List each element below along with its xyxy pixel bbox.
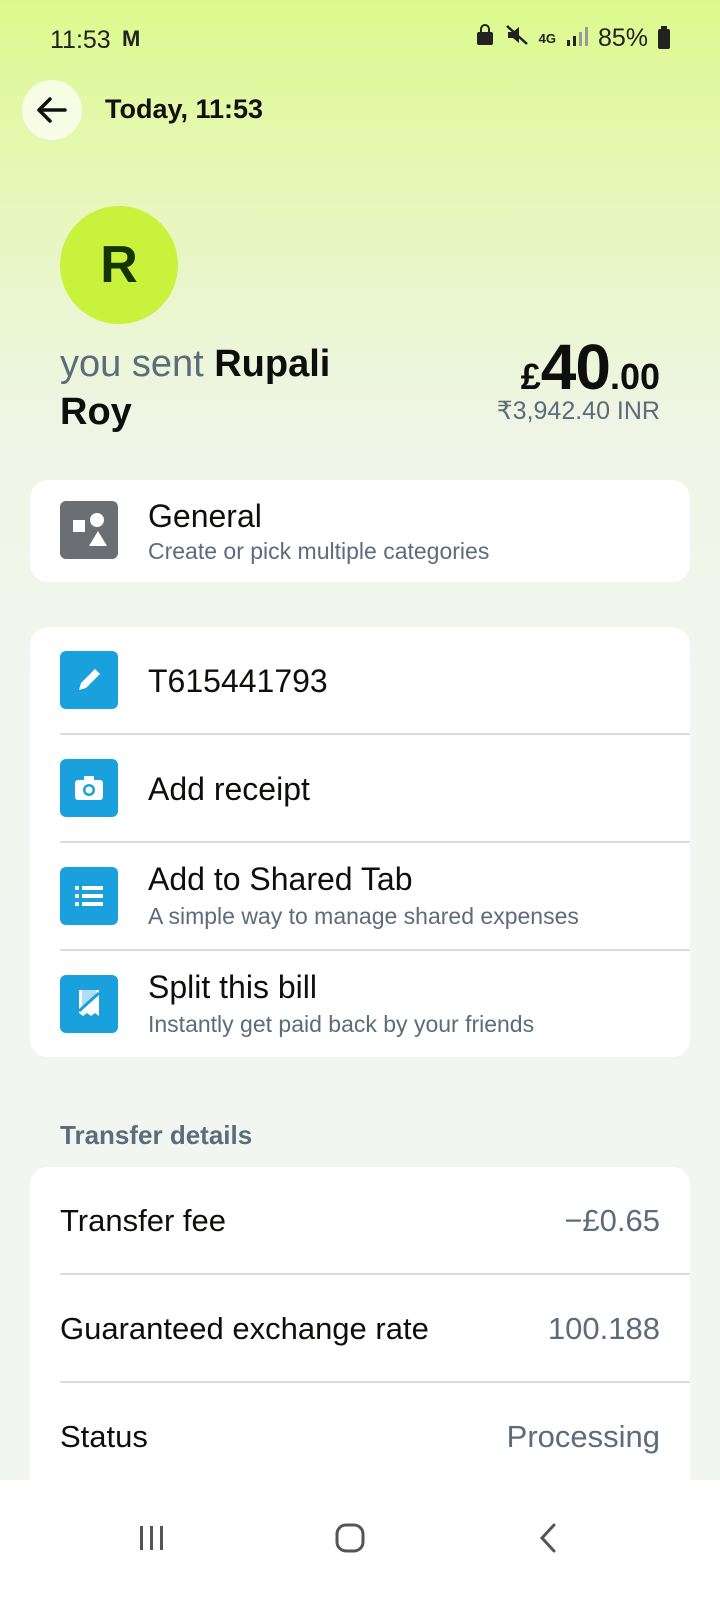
home-icon bbox=[335, 1523, 365, 1553]
system-navigation-bar bbox=[0, 1480, 720, 1600]
status-icons: 4G 85% bbox=[475, 24, 670, 53]
category-title: General bbox=[148, 498, 262, 534]
camera-icon bbox=[60, 759, 118, 817]
category-card[interactable]: General Create or pick multiple categori… bbox=[30, 480, 690, 582]
home-button[interactable] bbox=[310, 1508, 390, 1568]
list-icon bbox=[60, 867, 118, 925]
category-row[interactable]: General Create or pick multiple categori… bbox=[30, 480, 690, 582]
page-title: Today, 11:53 bbox=[105, 94, 264, 124]
mute-icon bbox=[505, 24, 529, 53]
status-value: Processing bbox=[506, 1419, 660, 1454]
gmail-notification-icon: M bbox=[122, 26, 141, 51]
actions-card: T615441793 Add receipt Add to Shared Tab… bbox=[30, 627, 690, 1057]
system-back-button[interactable] bbox=[508, 1508, 588, 1568]
status-time: 11:53 bbox=[50, 26, 111, 54]
reference-row[interactable]: T615441793 bbox=[30, 627, 690, 735]
transfer-fee-value: −£0.65 bbox=[564, 1203, 660, 1238]
shared-tab-row[interactable]: Add to Shared Tab A simple way to manage… bbox=[30, 843, 690, 951]
split-bill-subtitle: Instantly get paid back by your friends bbox=[148, 1011, 535, 1037]
amount-decimal: .00 bbox=[609, 356, 660, 397]
recent-apps-icon bbox=[140, 1526, 163, 1550]
status-label: Status bbox=[60, 1419, 148, 1454]
pencil-icon bbox=[60, 651, 118, 709]
battery-icon bbox=[658, 25, 670, 49]
split-bill-icon bbox=[60, 975, 118, 1033]
add-receipt-title: Add receipt bbox=[148, 771, 310, 807]
header: Today, 11:53 bbox=[0, 80, 720, 140]
transaction-summary: you sent Rupali Roy bbox=[60, 340, 390, 436]
transfer-details-card: Transfer fee −£0.65 Guaranteed exchange … bbox=[30, 1167, 690, 1507]
network-4g-icon: 4G bbox=[538, 31, 556, 46]
status-row: Status Processing bbox=[30, 1383, 690, 1491]
shared-tab-subtitle: A simple way to manage shared expenses bbox=[148, 903, 579, 929]
amount-currency: £ bbox=[520, 356, 541, 397]
lock-icon bbox=[475, 24, 495, 53]
recent-apps-button[interactable] bbox=[112, 1508, 192, 1568]
split-bill-row[interactable]: Split this bill Instantly get paid back … bbox=[30, 951, 690, 1059]
exchange-rate-row: Guaranteed exchange rate 100.188 bbox=[30, 1275, 690, 1383]
transfer-details-heading: Transfer details bbox=[60, 1120, 253, 1150]
arrow-left-icon bbox=[37, 97, 67, 123]
amount: £40.00 bbox=[521, 330, 660, 404]
sent-prefix: you sent bbox=[60, 343, 204, 385]
signal-icon bbox=[566, 24, 588, 53]
battery-percentage: 85% bbox=[597, 24, 648, 52]
exchange-rate-value: 100.188 bbox=[547, 1311, 660, 1346]
category-subtitle: Create or pick multiple categories bbox=[148, 538, 490, 564]
split-bill-title: Split this bill bbox=[148, 969, 317, 1005]
chevron-left-icon bbox=[539, 1523, 556, 1553]
amount-converted: ₹3,942.40 INR bbox=[496, 397, 660, 425]
transfer-fee-label: Transfer fee bbox=[60, 1203, 226, 1238]
add-receipt-row[interactable]: Add receipt bbox=[30, 735, 690, 843]
status-bar: 11:53 M 4G 85% bbox=[0, 0, 720, 80]
category-shapes-icon bbox=[60, 501, 118, 559]
exchange-rate-label: Guaranteed exchange rate bbox=[60, 1311, 429, 1346]
shared-tab-title: Add to Shared Tab bbox=[148, 861, 413, 897]
transfer-fee-row: Transfer fee −£0.65 bbox=[30, 1167, 690, 1275]
avatar: R bbox=[60, 206, 178, 324]
reference-title: T615441793 bbox=[148, 663, 328, 699]
amount-integer: 40 bbox=[540, 331, 611, 403]
back-button[interactable] bbox=[22, 80, 82, 140]
